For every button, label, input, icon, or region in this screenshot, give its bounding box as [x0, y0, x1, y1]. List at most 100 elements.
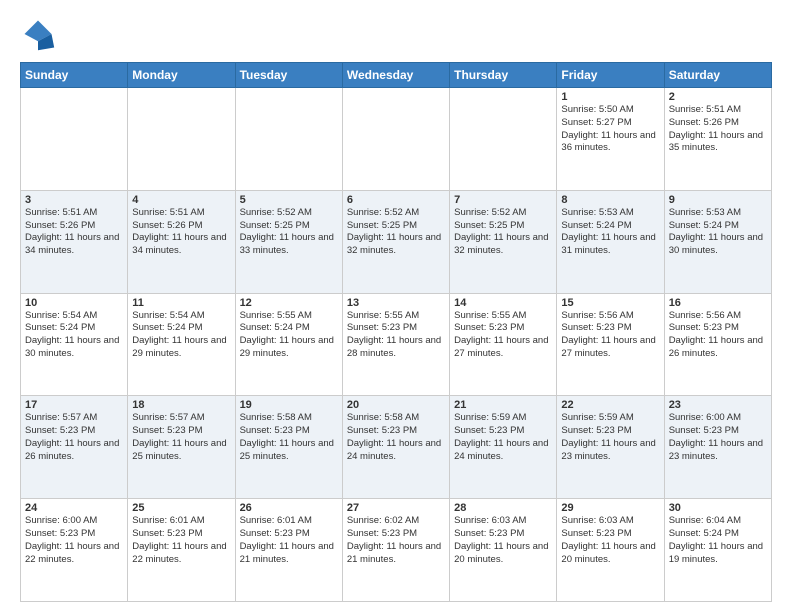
logo-icon: [20, 16, 56, 52]
calendar-day-header: Saturday: [664, 63, 771, 88]
calendar-week-row: 1Sunrise: 5:50 AMSunset: 5:27 PMDaylight…: [21, 88, 772, 191]
day-number: 26: [240, 502, 338, 514]
calendar-cell: 13Sunrise: 5:55 AMSunset: 5:23 PMDayligh…: [342, 293, 449, 396]
day-info: Sunrise: 5:53 AMSunset: 5:24 PMDaylight:…: [561, 207, 655, 256]
day-info: Sunrise: 5:52 AMSunset: 5:25 PMDaylight:…: [347, 207, 441, 256]
day-info: Sunrise: 5:55 AMSunset: 5:23 PMDaylight:…: [347, 310, 441, 359]
day-number: 5: [240, 194, 338, 206]
calendar-cell: 9Sunrise: 5:53 AMSunset: 5:24 PMDaylight…: [664, 190, 771, 293]
day-info: Sunrise: 6:01 AMSunset: 5:23 PMDaylight:…: [240, 515, 334, 564]
calendar-day-header: Tuesday: [235, 63, 342, 88]
day-number: 10: [25, 297, 123, 309]
day-number: 30: [669, 502, 767, 514]
day-info: Sunrise: 6:02 AMSunset: 5:23 PMDaylight:…: [347, 515, 441, 564]
calendar-cell: 1Sunrise: 5:50 AMSunset: 5:27 PMDaylight…: [557, 88, 664, 191]
calendar-cell: [342, 88, 449, 191]
day-info: Sunrise: 5:51 AMSunset: 5:26 PMDaylight:…: [132, 207, 226, 256]
calendar-cell: 27Sunrise: 6:02 AMSunset: 5:23 PMDayligh…: [342, 499, 449, 602]
calendar-cell: 2Sunrise: 5:51 AMSunset: 5:26 PMDaylight…: [664, 88, 771, 191]
day-number: 29: [561, 502, 659, 514]
calendar-cell: 29Sunrise: 6:03 AMSunset: 5:23 PMDayligh…: [557, 499, 664, 602]
day-number: 20: [347, 399, 445, 411]
day-info: Sunrise: 6:03 AMSunset: 5:23 PMDaylight:…: [454, 515, 548, 564]
day-info: Sunrise: 6:00 AMSunset: 5:23 PMDaylight:…: [25, 515, 119, 564]
day-number: 22: [561, 399, 659, 411]
calendar-cell: 7Sunrise: 5:52 AMSunset: 5:25 PMDaylight…: [450, 190, 557, 293]
calendar-cell: 22Sunrise: 5:59 AMSunset: 5:23 PMDayligh…: [557, 396, 664, 499]
calendar-cell: 11Sunrise: 5:54 AMSunset: 5:24 PMDayligh…: [128, 293, 235, 396]
day-info: Sunrise: 5:52 AMSunset: 5:25 PMDaylight:…: [240, 207, 334, 256]
day-info: Sunrise: 6:04 AMSunset: 5:24 PMDaylight:…: [669, 515, 763, 564]
day-info: Sunrise: 6:03 AMSunset: 5:23 PMDaylight:…: [561, 515, 655, 564]
day-number: 12: [240, 297, 338, 309]
calendar-table: SundayMondayTuesdayWednesdayThursdayFrid…: [20, 62, 772, 602]
day-info: Sunrise: 5:55 AMSunset: 5:24 PMDaylight:…: [240, 310, 334, 359]
calendar-cell: [128, 88, 235, 191]
day-info: Sunrise: 5:55 AMSunset: 5:23 PMDaylight:…: [454, 310, 548, 359]
day-info: Sunrise: 5:52 AMSunset: 5:25 PMDaylight:…: [454, 207, 548, 256]
calendar-cell: 30Sunrise: 6:04 AMSunset: 5:24 PMDayligh…: [664, 499, 771, 602]
calendar-cell: 4Sunrise: 5:51 AMSunset: 5:26 PMDaylight…: [128, 190, 235, 293]
calendar-cell: 28Sunrise: 6:03 AMSunset: 5:23 PMDayligh…: [450, 499, 557, 602]
calendar-day-header: Thursday: [450, 63, 557, 88]
day-info: Sunrise: 5:57 AMSunset: 5:23 PMDaylight:…: [25, 412, 119, 461]
calendar-cell: 6Sunrise: 5:52 AMSunset: 5:25 PMDaylight…: [342, 190, 449, 293]
day-info: Sunrise: 5:59 AMSunset: 5:23 PMDaylight:…: [454, 412, 548, 461]
day-number: 23: [669, 399, 767, 411]
calendar-week-row: 17Sunrise: 5:57 AMSunset: 5:23 PMDayligh…: [21, 396, 772, 499]
day-number: 13: [347, 297, 445, 309]
day-info: Sunrise: 5:51 AMSunset: 5:26 PMDaylight:…: [25, 207, 119, 256]
calendar-header-row: SundayMondayTuesdayWednesdayThursdayFrid…: [21, 63, 772, 88]
day-info: Sunrise: 6:01 AMSunset: 5:23 PMDaylight:…: [132, 515, 226, 564]
day-number: 16: [669, 297, 767, 309]
calendar-cell: 15Sunrise: 5:56 AMSunset: 5:23 PMDayligh…: [557, 293, 664, 396]
day-number: 14: [454, 297, 552, 309]
calendar-cell: 10Sunrise: 5:54 AMSunset: 5:24 PMDayligh…: [21, 293, 128, 396]
day-number: 6: [347, 194, 445, 206]
day-number: 2: [669, 91, 767, 103]
day-info: Sunrise: 5:58 AMSunset: 5:23 PMDaylight:…: [240, 412, 334, 461]
calendar-cell: 5Sunrise: 5:52 AMSunset: 5:25 PMDaylight…: [235, 190, 342, 293]
day-number: 4: [132, 194, 230, 206]
header: [20, 16, 772, 52]
day-number: 9: [669, 194, 767, 206]
calendar-cell: 23Sunrise: 6:00 AMSunset: 5:23 PMDayligh…: [664, 396, 771, 499]
day-number: 18: [132, 399, 230, 411]
calendar-cell: 8Sunrise: 5:53 AMSunset: 5:24 PMDaylight…: [557, 190, 664, 293]
day-number: 11: [132, 297, 230, 309]
calendar-cell: 24Sunrise: 6:00 AMSunset: 5:23 PMDayligh…: [21, 499, 128, 602]
calendar-cell: 19Sunrise: 5:58 AMSunset: 5:23 PMDayligh…: [235, 396, 342, 499]
day-info: Sunrise: 5:58 AMSunset: 5:23 PMDaylight:…: [347, 412, 441, 461]
day-number: 25: [132, 502, 230, 514]
day-info: Sunrise: 6:00 AMSunset: 5:23 PMDaylight:…: [669, 412, 763, 461]
day-number: 28: [454, 502, 552, 514]
day-number: 17: [25, 399, 123, 411]
day-info: Sunrise: 5:59 AMSunset: 5:23 PMDaylight:…: [561, 412, 655, 461]
day-info: Sunrise: 5:51 AMSunset: 5:26 PMDaylight:…: [669, 104, 763, 153]
day-number: 8: [561, 194, 659, 206]
calendar-week-row: 10 Sunrise: 5:54 AMSunset: 5:24 PMDayligh…: [21, 293, 772, 396]
calendar-day-header: Monday: [128, 63, 235, 88]
calendar-cell: [235, 88, 342, 191]
calendar-cell: 17Sunrise: 5:57 AMSunset: 5:23 PMDayligh…: [21, 396, 128, 499]
day-number: 19: [240, 399, 338, 411]
day-info: Sunrise: 5:53 AMSunset: 5:24 PMDaylight:…: [669, 207, 763, 256]
day-number: 24: [25, 502, 123, 514]
calendar-day-header: Wednesday: [342, 63, 449, 88]
day-info: Sunrise: 5:56 AMSunset: 5:23 PMDaylight:…: [561, 310, 655, 359]
calendar-cell: 12Sunrise: 5:55 AMSunset: 5:24 PMDayligh…: [235, 293, 342, 396]
calendar-cell: 16Sunrise: 5:56 AMSunset: 5:23 PMDayligh…: [664, 293, 771, 396]
calendar-cell: 20Sunrise: 5:58 AMSunset: 5:23 PMDayligh…: [342, 396, 449, 499]
day-info: Sunrise: 5:54 AMSunset: 5:24 PMDaylight:…: [132, 310, 226, 359]
calendar-cell: 14Sunrise: 5:55 AMSunset: 5:23 PMDayligh…: [450, 293, 557, 396]
calendar-week-row: 24Sunrise: 6:00 AMSunset: 5:23 PMDayligh…: [21, 499, 772, 602]
calendar-cell: [21, 88, 128, 191]
calendar-cell: 21Sunrise: 5:59 AMSunset: 5:23 PMDayligh…: [450, 396, 557, 499]
calendar-week-row: 3Sunrise: 5:51 AMSunset: 5:26 PMDaylight…: [21, 190, 772, 293]
day-info: Sunrise: 5:56 AMSunset: 5:23 PMDaylight:…: [669, 310, 763, 359]
calendar-cell: 3Sunrise: 5:51 AMSunset: 5:26 PMDaylight…: [21, 190, 128, 293]
calendar-cell: 26Sunrise: 6:01 AMSunset: 5:23 PMDayligh…: [235, 499, 342, 602]
day-info: Sunrise: 5:50 AMSunset: 5:27 PMDaylight:…: [561, 104, 655, 153]
logo: [20, 16, 60, 52]
day-info: Sunrise: 5:57 AMSunset: 5:23 PMDaylight:…: [132, 412, 226, 461]
